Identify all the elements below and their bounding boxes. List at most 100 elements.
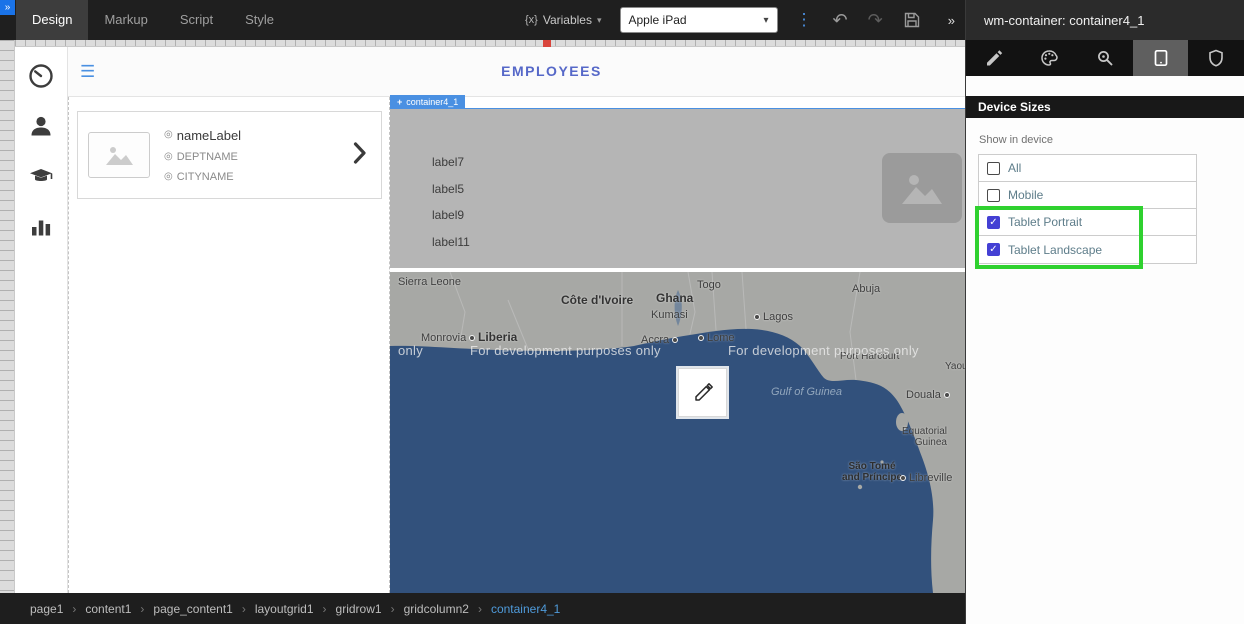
device-option-label: Mobile [1008,188,1043,202]
tab-design[interactable]: Design [16,0,88,40]
tab-script[interactable]: Script [164,0,229,40]
breadcrumb-item[interactable]: layoutgrid1 [255,602,336,616]
map-label: São Tomé and Príncipe [842,461,902,483]
selected-widget-title: wm-container: container4_1 [984,13,1144,28]
device-option-mobile[interactable]: Mobile [979,182,1196,209]
vertical-ruler [0,40,15,593]
dashboard-gauge-icon[interactable] [28,63,54,89]
label-widget[interactable]: label9 [432,208,464,222]
show-in-device-label: Show in device [979,134,1053,146]
map-label: Yaou [945,361,965,372]
map-label: Lagos [754,311,793,323]
list-item-name-row[interactable]: ◎ nameLabel [164,128,241,143]
canvas-left-column[interactable]: ◎ nameLabel ◎ DEPTNAME ◎ CITYNAME [68,97,390,593]
canvas-right-column: + container4_1 label7 label5 label9 labe… [390,97,965,593]
hamburger-menu-icon[interactable]: ☰ [80,62,98,82]
expand-left-dock-icon[interactable]: » [0,0,15,15]
map-widget[interactable]: Sierra Leone Côte d'Ivoire Ghana Togo Ku… [390,272,965,593]
device-option-tablet-landscape[interactable]: ✓ Tablet Landscape [979,236,1196,263]
tab-style[interactable]: Style [229,0,290,40]
properties-panel: wm-container: container4_1 Device Sizes … [965,0,1244,624]
device-preview-select[interactable]: Apple iPad ▾ [620,7,778,33]
chevron-right-icon[interactable] [353,141,367,170]
breadcrumb-item[interactable]: gridcolumn2 [404,602,491,616]
user-icon[interactable] [28,113,54,139]
map-label: Abuja [852,283,880,295]
breadcrumb-item[interactable]: content1 [85,602,153,616]
tab-styles-palette-icon[interactable] [1022,40,1078,76]
checkbox-mobile[interactable] [987,189,1000,202]
device-options-list: All Mobile ✓ Tablet Portrait ✓ Tablet La… [978,154,1197,264]
map-watermark: For development purposes only [470,343,661,358]
map-label: Sierra Leone [398,276,461,288]
checkbox-tablet-portrait[interactable]: ✓ [987,216,1000,229]
label-widget[interactable]: label7 [432,155,464,169]
graduation-cap-icon[interactable] [28,163,54,189]
redo-icon[interactable]: ↷ [868,11,883,29]
studio-app: » Design Markup Script Style {x} Variabl… [0,0,1244,624]
label-widget[interactable]: label5 [432,182,464,196]
page-title[interactable]: EMPLOYEES [138,63,965,79]
breadcrumb-item[interactable]: gridrow1 [336,602,404,616]
map-watermark: For development purposes only [728,343,919,358]
variables-menu[interactable]: {x} Variables ▾ [525,13,602,27]
map-label: Libreville [900,472,952,484]
label-widget[interactable]: label11 [432,235,470,249]
map-label: Côte d'Ivoire [561,293,633,307]
checkbox-tablet-landscape[interactable]: ✓ [987,243,1000,256]
panel-tabs [966,40,1244,76]
bind-target-icon: ◎ [164,152,173,162]
chevron-down-icon: ▾ [597,15,602,26]
variables-icon: {x} [525,14,538,26]
collapse-panel-icon[interactable]: » [948,13,955,28]
map-label: Equatorial Guinea [885,426,947,448]
tab-properties-pencil-icon[interactable] [966,40,1022,76]
list-item-city: CITYNAME [177,171,234,183]
breadcrumb-item-active[interactable]: container4_1 [491,602,560,616]
list-item[interactable]: ◎ nameLabel ◎ DEPTNAME ◎ CITYNAME [77,111,382,199]
undo-icon[interactable]: ↶ [833,11,848,29]
map-label: Togo [697,279,721,291]
bar-chart-icon[interactable] [28,213,54,239]
selected-widget-tag[interactable]: + container4_1 [390,95,465,109]
breadcrumb-item[interactable]: page_content1 [153,602,254,616]
map-watermark: only [398,343,423,358]
tab-markup[interactable]: Markup [88,0,163,40]
top-toolbar: » Design Markup Script Style {x} Variabl… [0,0,965,40]
picture-placeholder-icon[interactable] [882,153,962,223]
list-item-name: nameLabel [177,128,241,143]
breadcrumb: page1 content1 page_content1 layoutgrid1… [0,593,965,624]
bind-target-icon: ◎ [164,172,173,182]
canvas-page-header: ☰ EMPLOYEES [68,47,965,97]
device-option-label: All [1008,161,1021,175]
container-widget[interactable]: label7 label5 label9 label11 [390,108,965,268]
device-option-label: Tablet Landscape [1008,243,1102,257]
list-item-dept: DEPTNAME [177,151,238,163]
tab-device-sizes-tablet-icon[interactable] [1133,40,1189,76]
list-item-texts: ◎ nameLabel ◎ DEPTNAME ◎ CITYNAME [164,128,241,183]
device-sizes-title: Device Sizes [978,100,1051,114]
device-option-all[interactable]: All [979,155,1196,182]
breadcrumb-item[interactable]: page1 [30,602,85,616]
select-arrow-icon: ▾ [763,15,768,26]
horizontal-ruler [15,40,965,47]
more-options-icon[interactable]: ⋮ [796,10,813,30]
map-label: Monrovia [421,332,475,344]
bind-target-icon: ◎ [164,130,173,140]
checkbox-all[interactable] [987,162,1000,175]
device-select-value: Apple iPad [629,13,687,27]
image-placeholder-icon [88,132,150,178]
tab-search-magnifier-icon[interactable] [1077,40,1133,76]
list-item-city-row[interactable]: ◎ CITYNAME [164,171,241,183]
map-label: Liberia [478,330,517,344]
map-edit-button[interactable] [678,368,727,417]
variables-label: Variables [543,13,592,27]
save-icon[interactable] [903,11,921,29]
device-option-label: Tablet Portrait [1008,215,1082,229]
list-item-dept-row[interactable]: ◎ DEPTNAME [164,151,241,163]
selected-widget-tag-label: container4_1 [406,97,458,107]
panel-title: wm-container: container4_1 [966,0,1244,40]
ruler-marker[interactable] [543,40,551,47]
device-option-tablet-portrait[interactable]: ✓ Tablet Portrait [979,209,1196,236]
tab-security-shield-icon[interactable] [1188,40,1244,76]
